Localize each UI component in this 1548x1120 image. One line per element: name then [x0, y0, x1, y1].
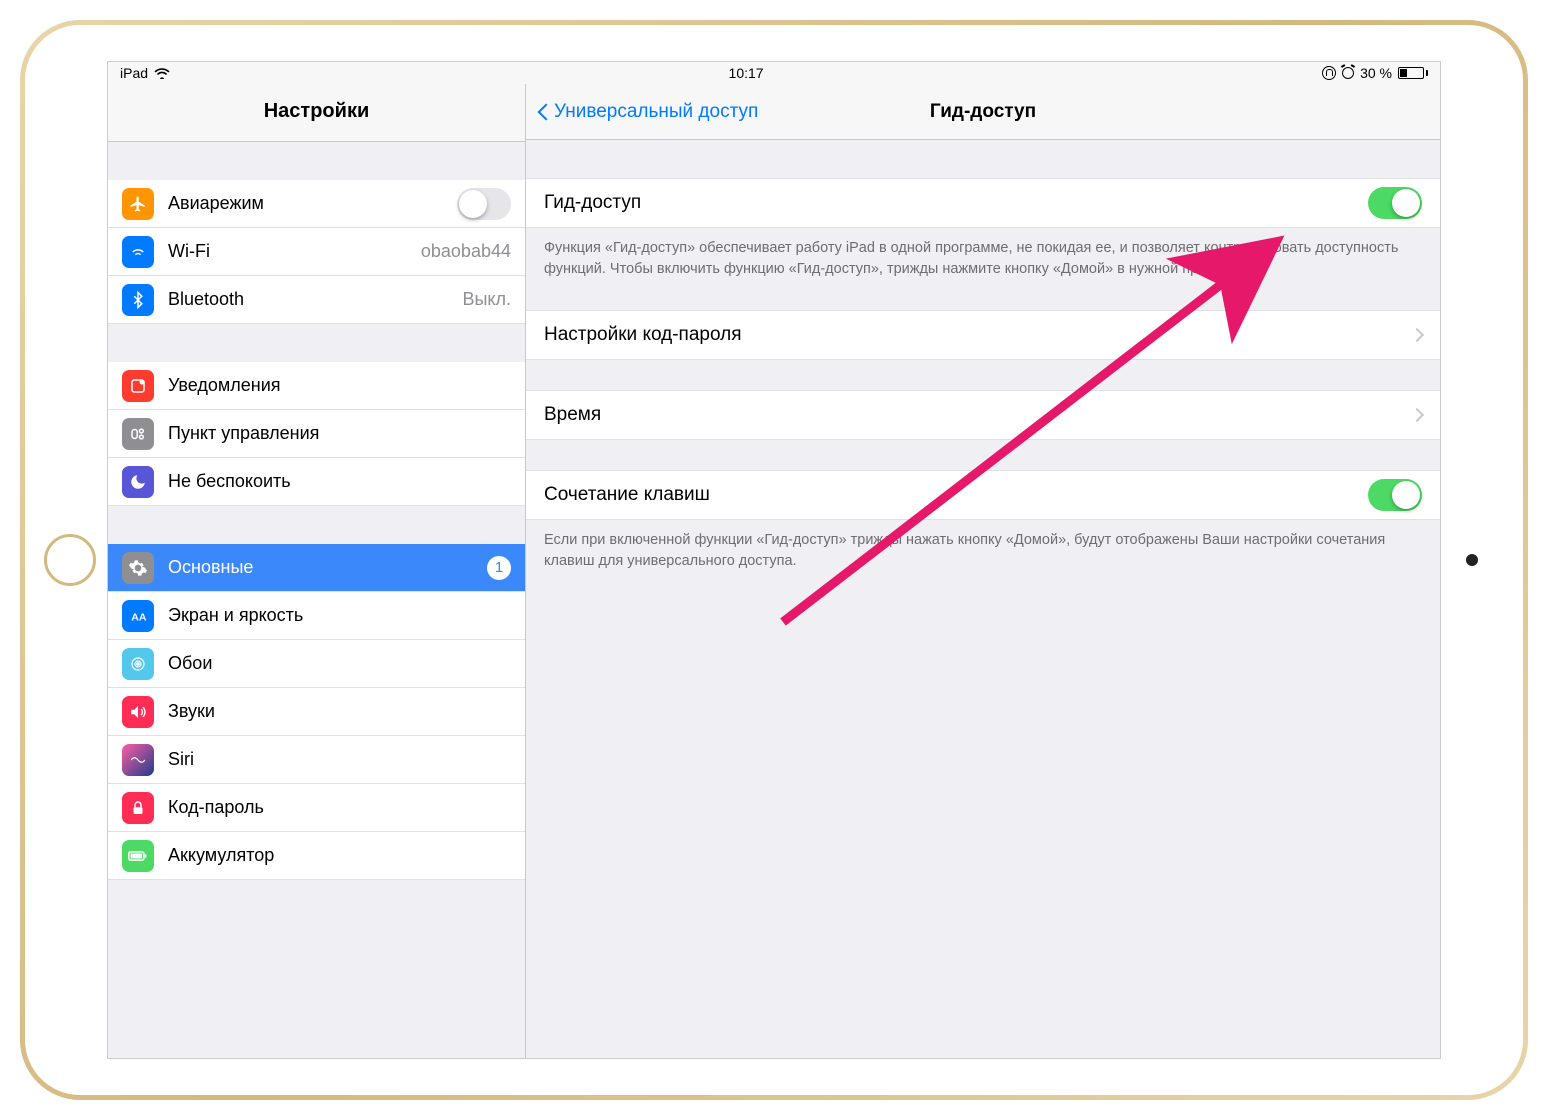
airplane-label: Авиарежим	[168, 193, 443, 214]
status-bar: iPad 10:17 30 %	[108, 62, 1440, 84]
general-label: Основные	[168, 557, 473, 578]
svg-text:AA: AA	[131, 611, 147, 623]
shortcut-toggle[interactable]	[1368, 479, 1422, 511]
clock: 10:17	[729, 65, 764, 81]
home-button[interactable]	[44, 534, 96, 586]
bluetooth-label: Bluetooth	[168, 289, 448, 310]
wifi-icon	[154, 67, 170, 79]
detail-pane: Универсальный доступ Гид-доступ Гид-дост…	[526, 84, 1440, 1058]
time-limit-label: Время	[544, 404, 1412, 426]
control-center-label: Пункт управления	[168, 423, 511, 444]
sidebar-item-notifications[interactable]: Уведомления	[108, 362, 525, 410]
display-label: Экран и яркость	[168, 605, 511, 626]
sidebar-item-display[interactable]: AA Экран и яркость	[108, 592, 525, 640]
ipad-bezel: iPad 10:17 30 % Наст	[25, 25, 1523, 1095]
general-badge: 1	[487, 556, 511, 580]
sidebar-item-wifi[interactable]: Wi-Fi obaobab44	[108, 228, 525, 276]
ipad-frame: iPad 10:17 30 % Наст	[20, 20, 1528, 1100]
sidebar-item-battery[interactable]: Аккумулятор	[108, 832, 525, 880]
dnd-icon	[122, 466, 154, 498]
dnd-label: Не беспокоить	[168, 471, 511, 492]
sidebar-item-dnd[interactable]: Не беспокоить	[108, 458, 525, 506]
back-button[interactable]: Универсальный доступ	[540, 101, 758, 123]
wifi-settings-icon	[122, 236, 154, 268]
gear-icon	[122, 552, 154, 584]
wallpaper-label: Обои	[168, 653, 511, 674]
sidebar-item-bluetooth[interactable]: Bluetooth Выкл.	[108, 276, 525, 324]
notifications-label: Уведомления	[168, 375, 511, 396]
display-icon: AA	[122, 600, 154, 632]
wifi-label: Wi-Fi	[168, 241, 407, 262]
passcode-settings-row[interactable]: Настройки код-пароля	[526, 310, 1440, 360]
wifi-value: obaobab44	[421, 241, 511, 262]
battery-percent: 30 %	[1360, 65, 1392, 81]
sounds-icon	[122, 696, 154, 728]
airplane-icon	[122, 188, 154, 220]
guided-access-toggle[interactable]	[1368, 187, 1422, 219]
sidebar-item-control-center[interactable]: Пункт управления	[108, 410, 525, 458]
passcode-settings-label: Настройки код-пароля	[544, 324, 1412, 346]
shortcut-label: Сочетание клавиш	[544, 484, 1368, 506]
sidebar-item-siri[interactable]: Siri	[108, 736, 525, 784]
sidebar-item-airplane[interactable]: Авиарежим	[108, 180, 525, 228]
sidebar-item-wallpaper[interactable]: Обои	[108, 640, 525, 688]
chevron-right-icon	[1410, 328, 1424, 342]
rotation-lock-icon	[1322, 66, 1336, 80]
sidebar-title: Настройки	[108, 84, 525, 142]
bluetooth-value: Выкл.	[462, 289, 511, 310]
lock-icon	[122, 792, 154, 824]
guided-access-footer: Функция «Гид-доступ» обеспечивает работу…	[526, 228, 1440, 280]
siri-label: Siri	[168, 749, 511, 770]
settings-sidebar: Настройки Авиарежим Wi-Fi	[108, 84, 526, 1058]
shortcut-footer: Если при включенной функции «Гид-доступ»…	[526, 520, 1440, 572]
device-label: iPad	[120, 65, 148, 81]
battery-label: Аккумулятор	[168, 845, 511, 866]
wallpaper-icon	[122, 648, 154, 680]
sounds-label: Звуки	[168, 701, 511, 722]
alarm-icon	[1342, 67, 1354, 79]
sidebar-item-sounds[interactable]: Звуки	[108, 688, 525, 736]
screen: iPad 10:17 30 % Наст	[107, 61, 1441, 1059]
bluetooth-icon	[122, 284, 154, 316]
chevron-left-icon	[538, 103, 555, 120]
sidebar-item-general[interactable]: Основные 1	[108, 544, 525, 592]
chevron-right-icon	[1410, 408, 1424, 422]
notifications-icon	[122, 370, 154, 402]
guided-access-label: Гид-доступ	[544, 192, 1368, 214]
guided-access-row: Гид-доступ	[526, 178, 1440, 228]
control-center-icon	[122, 418, 154, 450]
shortcut-row: Сочетание клавиш	[526, 470, 1440, 520]
airplane-toggle[interactable]	[457, 188, 511, 220]
sidebar-item-passcode[interactable]: Код-пароль	[108, 784, 525, 832]
battery-settings-icon	[122, 840, 154, 872]
time-limit-row[interactable]: Время	[526, 390, 1440, 440]
front-camera	[1466, 554, 1478, 566]
siri-icon	[122, 744, 154, 776]
passcode-label: Код-пароль	[168, 797, 511, 818]
detail-header: Универсальный доступ Гид-доступ	[526, 84, 1440, 140]
battery-icon	[1398, 67, 1428, 79]
back-label: Универсальный доступ	[554, 101, 758, 123]
